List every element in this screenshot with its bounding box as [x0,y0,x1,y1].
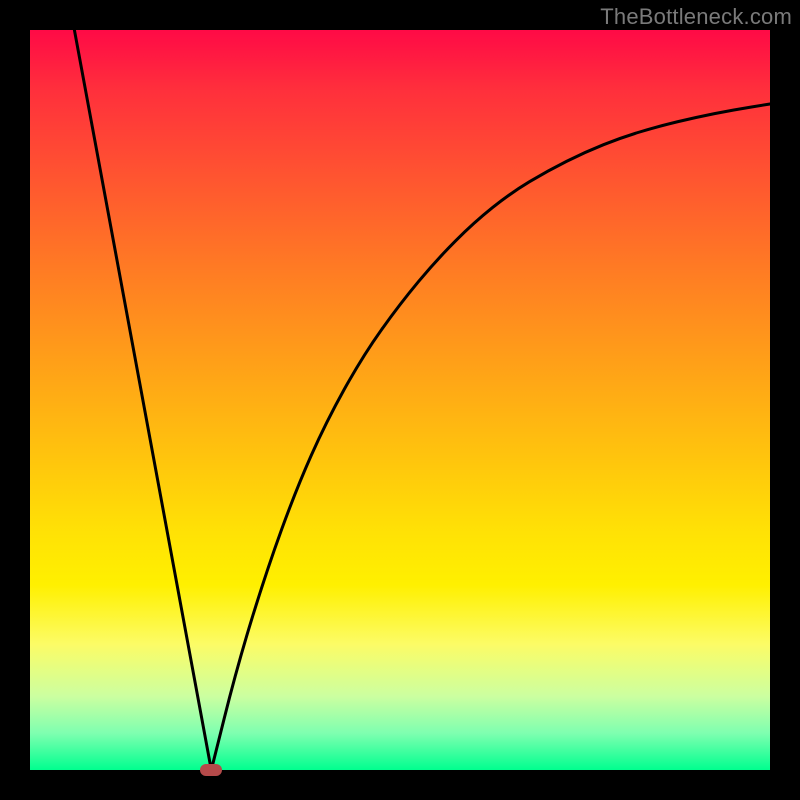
minimum-marker [200,764,222,776]
chart-frame: TheBottleneck.com [0,0,800,800]
watermark-text: TheBottleneck.com [600,4,792,30]
chart-curve [30,30,770,770]
curve-path [74,30,770,770]
